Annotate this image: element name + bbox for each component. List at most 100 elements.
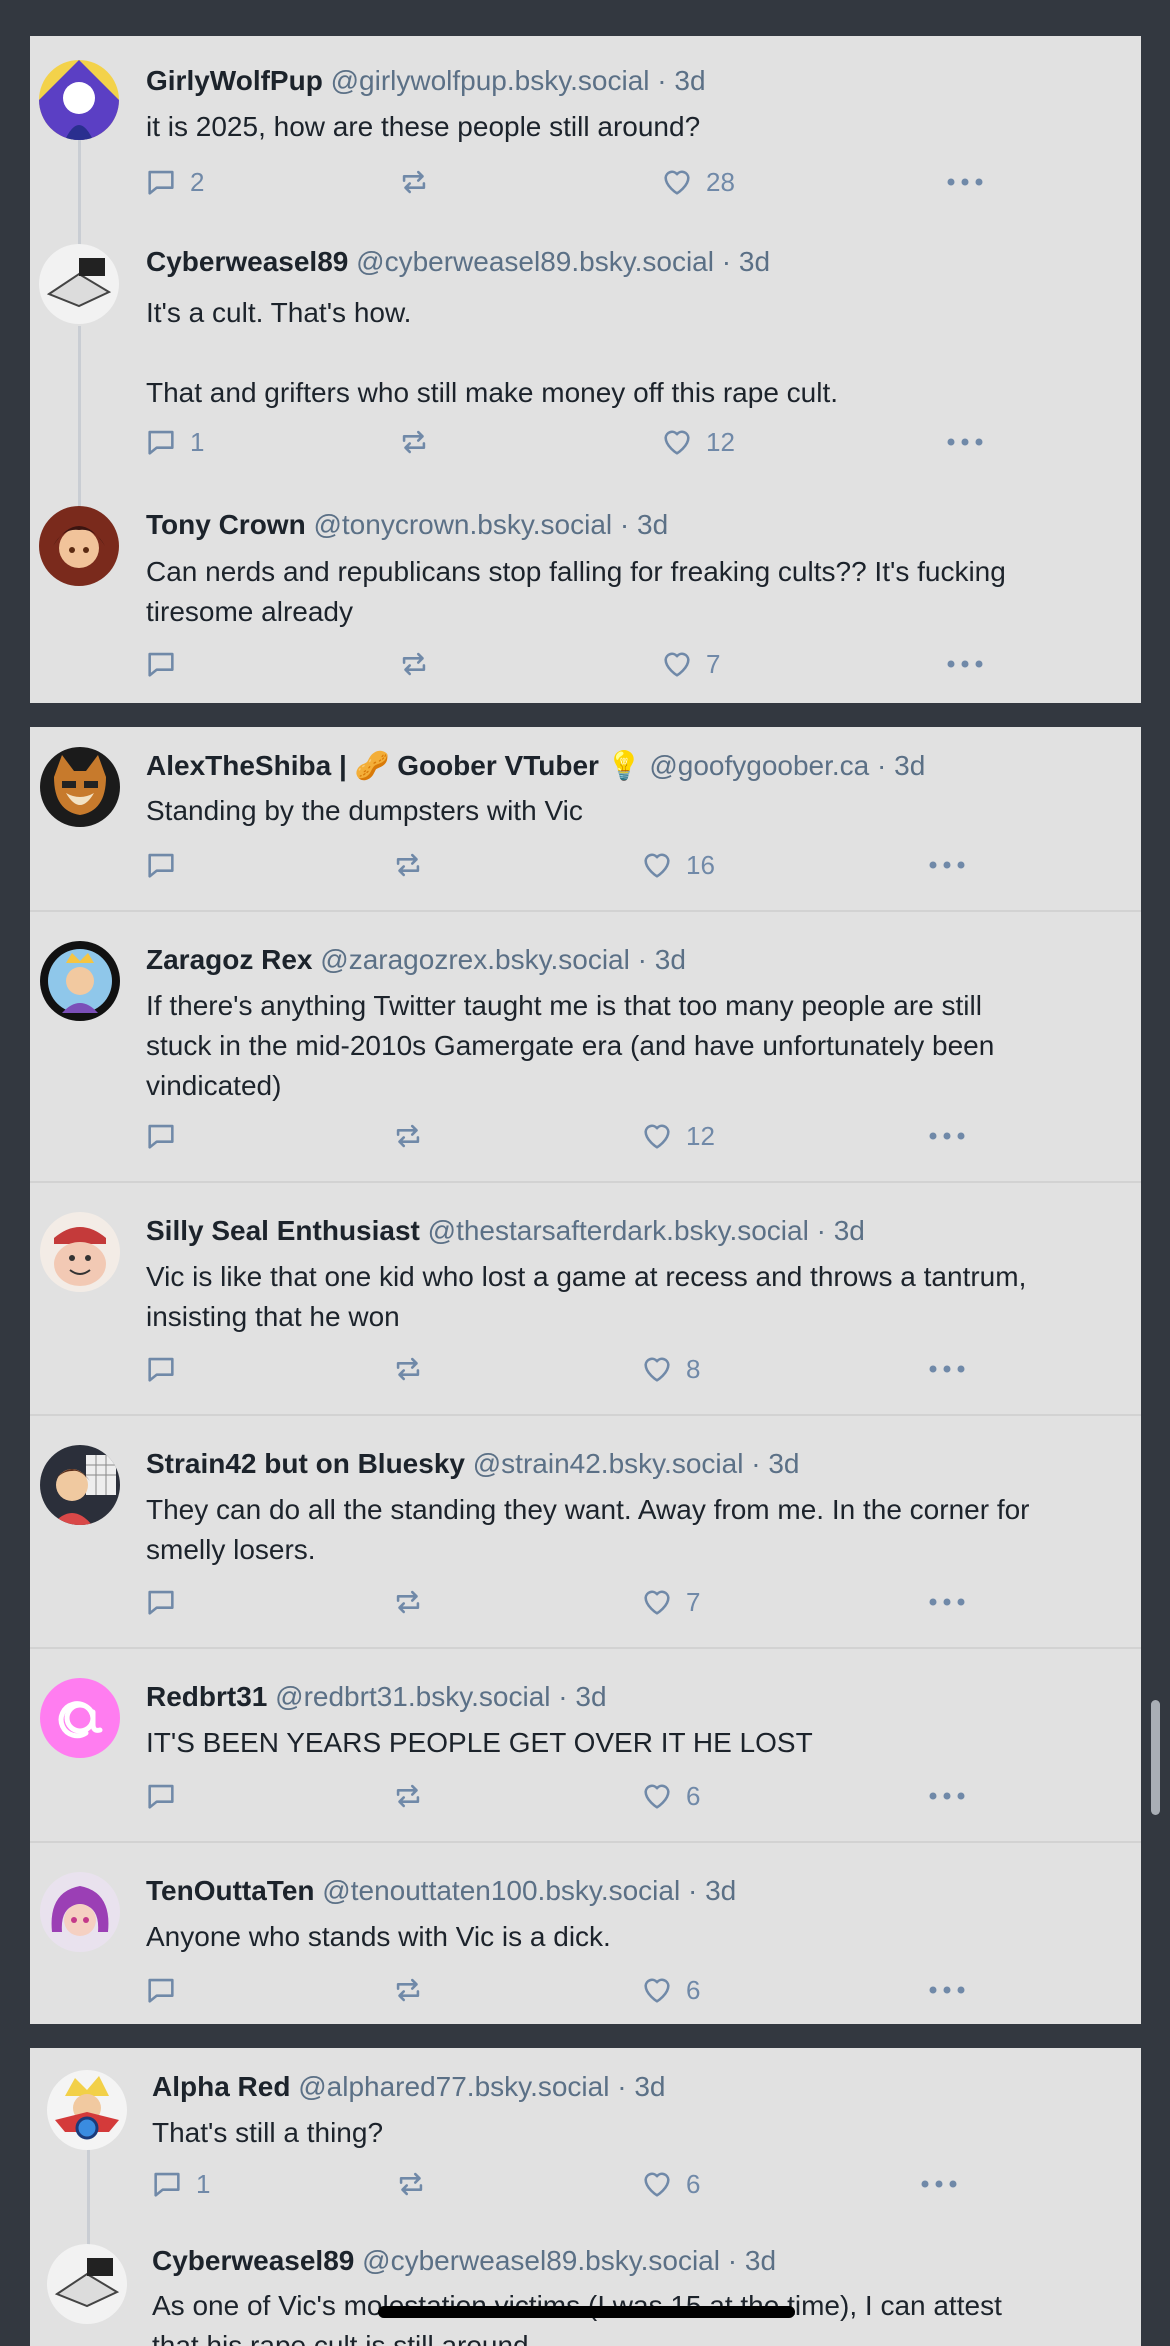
author-name[interactable]: Silly Seal Enthusiast (146, 1215, 420, 1246)
repost-button[interactable] (391, 1582, 425, 1622)
reply-button[interactable] (144, 1582, 190, 1622)
heart-icon (644, 2172, 670, 2197)
more-options-button[interactable] (920, 2164, 958, 2204)
reply-button[interactable] (144, 845, 190, 885)
post-actions: 6 (144, 1776, 984, 1816)
repost-button[interactable] (394, 2164, 428, 2204)
avatar-sillyseal-icon (40, 1212, 120, 1292)
post-age[interactable]: 3d (575, 1681, 606, 1712)
reply-button[interactable] (144, 1349, 190, 1389)
repost-button[interactable] (391, 1776, 425, 1816)
post-age[interactable]: 3d (674, 65, 705, 96)
more-options-button[interactable] (928, 1582, 966, 1622)
more-options-button[interactable] (928, 1349, 966, 1389)
post-age[interactable]: 3d (655, 944, 686, 975)
avatar[interactable] (47, 2244, 127, 2324)
repost-button[interactable] (397, 422, 431, 462)
post-age[interactable]: 3d (637, 509, 668, 540)
reply-button[interactable]: 1 (150, 2164, 210, 2204)
author-handle[interactable]: @cyberweasel89.bsky.social (362, 2245, 720, 2276)
author-name[interactable]: Alpha Red (152, 2071, 290, 2102)
author-handle[interactable]: @alphared77.bsky.social (298, 2071, 609, 2102)
avatar[interactable] (39, 244, 119, 324)
repost-button[interactable] (391, 1349, 425, 1389)
author-handle[interactable]: @girlywolfpup.bsky.social (331, 65, 650, 96)
author-name[interactable]: Zaragoz Rex (146, 944, 313, 975)
avatar-cyberweasel89-icon (39, 244, 119, 324)
like-button[interactable]: 12 (640, 1116, 715, 1156)
more-options-button[interactable] (946, 422, 984, 462)
like-button[interactable]: 7 (640, 1582, 700, 1622)
repost-button[interactable] (397, 644, 431, 684)
like-button[interactable]: 6 (640, 2164, 700, 2204)
author-handle[interactable]: @redbrt31.bsky.social (275, 1681, 550, 1712)
more-options-button[interactable] (946, 162, 984, 202)
reply-button[interactable] (144, 1776, 190, 1816)
heart-icon (644, 1978, 670, 2003)
avatar[interactable] (40, 941, 120, 1021)
avatar[interactable] (40, 1212, 120, 1292)
avatar[interactable] (39, 60, 119, 140)
like-button[interactable]: 28 (660, 162, 735, 202)
author-handle[interactable]: @strain42.bsky.social (473, 1448, 744, 1479)
reply-icon (148, 1978, 174, 2003)
author-name[interactable]: AlexTheShiba | 🥜 Goober VTuber 💡 (146, 750, 642, 781)
like-button[interactable]: 6 (640, 1776, 700, 1816)
avatar[interactable] (40, 747, 120, 827)
divider (30, 1647, 1141, 1649)
reply-button[interactable] (144, 1970, 190, 2010)
more-options-button[interactable] (928, 845, 966, 885)
post-actions: 12 (144, 1116, 984, 1156)
reply-button[interactable] (144, 1116, 190, 1156)
author-name[interactable]: Strain42 but on Bluesky (146, 1448, 465, 1479)
avatar[interactable] (40, 1445, 120, 1525)
reply-button[interactable] (144, 644, 190, 684)
avatar-zaragozrex-icon (40, 941, 120, 1021)
like-button[interactable]: 6 (640, 1970, 700, 2010)
author-name[interactable]: Cyberweasel89 (146, 246, 348, 277)
author-handle[interactable]: @tenouttaten100.bsky.social (322, 1875, 680, 1906)
post-age[interactable]: 3d (834, 1215, 865, 1246)
more-options-button[interactable] (928, 1116, 966, 1156)
author-handle[interactable]: @goofygoober.ca (649, 750, 869, 781)
more-options-icon (929, 1365, 965, 1373)
scrollbar[interactable] (1151, 1700, 1160, 1815)
post-age[interactable]: 3d (745, 2245, 776, 2276)
repost-button[interactable] (391, 1970, 425, 2010)
repost-button[interactable] (397, 162, 431, 202)
author-handle[interactable]: @cyberweasel89.bsky.social (356, 246, 714, 277)
reply-button[interactable]: 1 (144, 422, 204, 462)
post-age[interactable]: 3d (739, 246, 770, 277)
repost-icon (402, 652, 426, 676)
author-name[interactable]: TenOuttaTen (146, 1875, 315, 1906)
author-handle[interactable]: @zaragozrex.bsky.social (320, 944, 630, 975)
author-handle[interactable]: @tonycrown.bsky.social (313, 509, 612, 540)
avatar[interactable] (39, 506, 119, 586)
post-age[interactable]: 3d (894, 750, 925, 781)
post-age[interactable]: 3d (634, 2071, 665, 2102)
reply-icon (148, 853, 174, 878)
author-name[interactable]: Redbrt31 (146, 1681, 267, 1712)
more-options-button[interactable] (928, 1970, 966, 2010)
author-name[interactable]: Cyberweasel89 (152, 2245, 354, 2276)
post-age[interactable]: 3d (705, 1875, 736, 1906)
author-name[interactable]: Tony Crown (146, 509, 306, 540)
avatar[interactable] (40, 1678, 120, 1758)
like-button[interactable]: 7 (660, 644, 720, 684)
like-button[interactable]: 12 (660, 422, 735, 462)
repost-button[interactable] (391, 845, 425, 885)
post-age[interactable]: 3d (768, 1448, 799, 1479)
like-button[interactable]: 16 (640, 845, 715, 885)
reply-button[interactable]: 2 (144, 162, 204, 202)
avatar[interactable] (47, 2070, 127, 2150)
repost-button[interactable] (391, 1116, 425, 1156)
author-handle[interactable]: @thestarsafterdark.bsky.social (428, 1215, 809, 1246)
more-options-button[interactable] (928, 1776, 966, 1816)
home-indicator[interactable] (378, 2306, 795, 2318)
like-button[interactable]: 8 (640, 1349, 700, 1389)
avatar[interactable] (40, 1872, 120, 1952)
author-name[interactable]: GirlyWolfPup (146, 65, 323, 96)
post-text: Anyone who stands with Vic is a dick. (146, 1921, 611, 1952)
more-options-button[interactable] (946, 644, 984, 684)
post-text: That's still a thing? (152, 2117, 384, 2148)
